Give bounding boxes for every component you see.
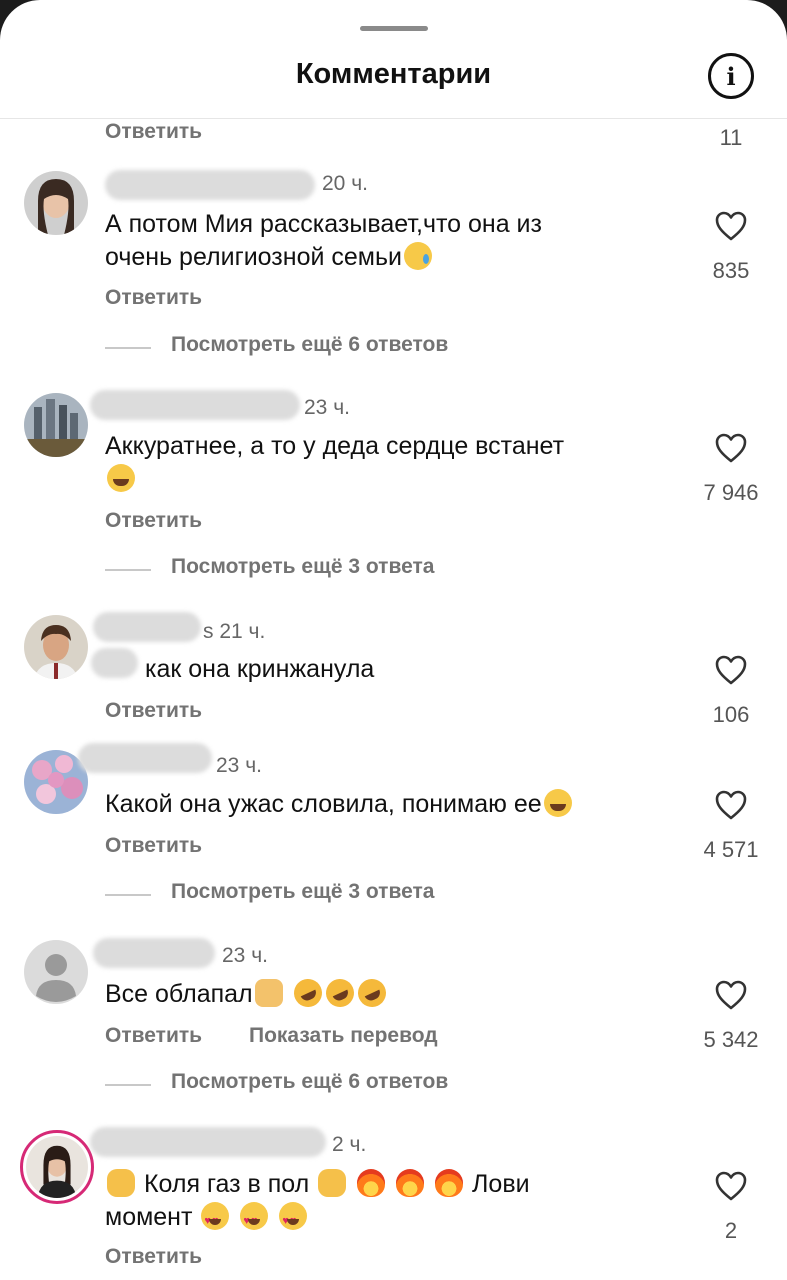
reply-button[interactable]: Ответить [105,834,202,858]
comment-time: 20 ч. [322,172,368,195]
comment-text-line: момент [105,1203,193,1231]
blurred-username[interactable] [93,612,201,642]
rofl-emoji [321,974,359,1012]
comment-text: как она кринжанула [145,655,375,683]
reply-button[interactable]: Ответить [105,699,202,723]
heart-eyes-emoji [279,1202,308,1238]
fire-emoji [357,1169,386,1197]
replies-divider [105,569,151,571]
reply-button[interactable]: Ответить [105,286,202,310]
comment-text-line: Все облапал [105,980,253,1008]
replies-divider [105,894,151,896]
avatar [26,1136,88,1198]
blurred-username[interactable] [90,1127,326,1157]
comment-time: 23 ч. [304,396,350,419]
heart-icon[interactable] [714,210,748,242]
like-count: 5 342 [703,1027,759,1052]
avatar-story-ring[interactable] [20,1130,94,1204]
avatar[interactable] [24,393,88,457]
info-glyph: i [726,61,736,91]
clap-emoji [318,1169,347,1197]
comments-sheet: Комментарии i Ответить 11 20 ч. А потом … [0,0,787,1280]
blurred-mention[interactable] [91,648,138,678]
header-divider [0,118,787,119]
comment-text: Коля газ в пол Лови момент [105,1168,705,1238]
like-count: 11 [719,125,743,150]
comment-time: s 21 ч. [203,620,265,644]
blurred-username[interactable] [90,390,300,420]
info-icon[interactable]: i [708,53,754,99]
reply-button[interactable]: Ответить [105,1245,202,1269]
heart-icon[interactable] [714,979,748,1011]
username-tail: s [203,620,214,643]
facepalm-emoji [254,979,283,1007]
comment-time: 23 ч. [222,944,268,967]
rofl-emoji [353,974,391,1012]
reply-button[interactable]: Ответить [105,509,202,533]
like-count: 835 [712,258,750,283]
view-replies-label: Посмотреть ещё 3 ответа [171,555,435,578]
blurred-username[interactable] [93,938,215,968]
like-count: 2 [724,1218,738,1243]
view-replies-label: Посмотреть ещё 3 ответа [171,880,435,903]
view-replies-label: Посмотреть ещё 6 ответов [171,333,449,356]
comment-text: Все облапал [105,974,695,1012]
heart-eyes-emoji [201,1202,230,1238]
comment-time: 2 ч. [332,1133,367,1156]
view-replies-label: Посмотреть ещё 6 ответов [171,1070,449,1093]
like-count: 4 571 [703,837,759,862]
comment-text-line: Лови [472,1170,530,1198]
like-count: 106 [712,702,750,727]
rofl-emoji [289,974,327,1012]
replies-divider [105,1084,151,1086]
blurred-username[interactable] [78,743,212,773]
comment-text-line: Аккуратнее, а то у деда сердце встанет [105,432,565,460]
comment-text: Какой она ужас словила, понимаю ее [105,788,695,821]
fire-emoji [435,1169,464,1197]
heart-icon[interactable] [714,1170,748,1202]
show-translation-button[interactable]: Показать перевод [249,1024,438,1048]
fire-emoji [396,1169,425,1197]
drag-handle[interactable] [360,26,428,31]
comment-text-line: очень религиозной семьи [105,243,402,271]
raising-hands-emoji [107,1169,135,1197]
comment-text: А потом Мия рассказывает,что она из очен… [105,208,695,274]
avatar[interactable] [24,171,88,235]
heart-icon[interactable] [714,789,748,821]
cry-emoji [403,242,432,270]
heart-eyes-emoji [240,1202,269,1238]
blurred-username[interactable] [105,170,315,200]
page-title: Комментарии [295,58,492,90]
laugh-emoji [107,464,135,492]
comment-time-value: 21 ч. [219,620,266,643]
comment-time: 23 ч. [216,754,262,777]
laugh-emoji [543,789,572,817]
comment-text-line: А потом Мия рассказывает,что она из [105,210,542,238]
comment-text: Аккуратнее, а то у деда сердце встанет [105,430,695,496]
reply-button[interactable]: Ответить [105,1024,202,1048]
like-count: 7 946 [703,480,759,505]
replies-divider [105,347,151,349]
heart-icon[interactable] [714,432,748,464]
reply-button[interactable]: Ответить [105,120,202,144]
comment-text-line: Какой она ужас словила, понимаю ее [105,790,542,818]
heart-icon[interactable] [714,654,748,686]
comment-text-line: Коля газ в пол [143,1170,310,1198]
avatar[interactable] [24,615,88,679]
avatar[interactable] [24,940,88,1004]
